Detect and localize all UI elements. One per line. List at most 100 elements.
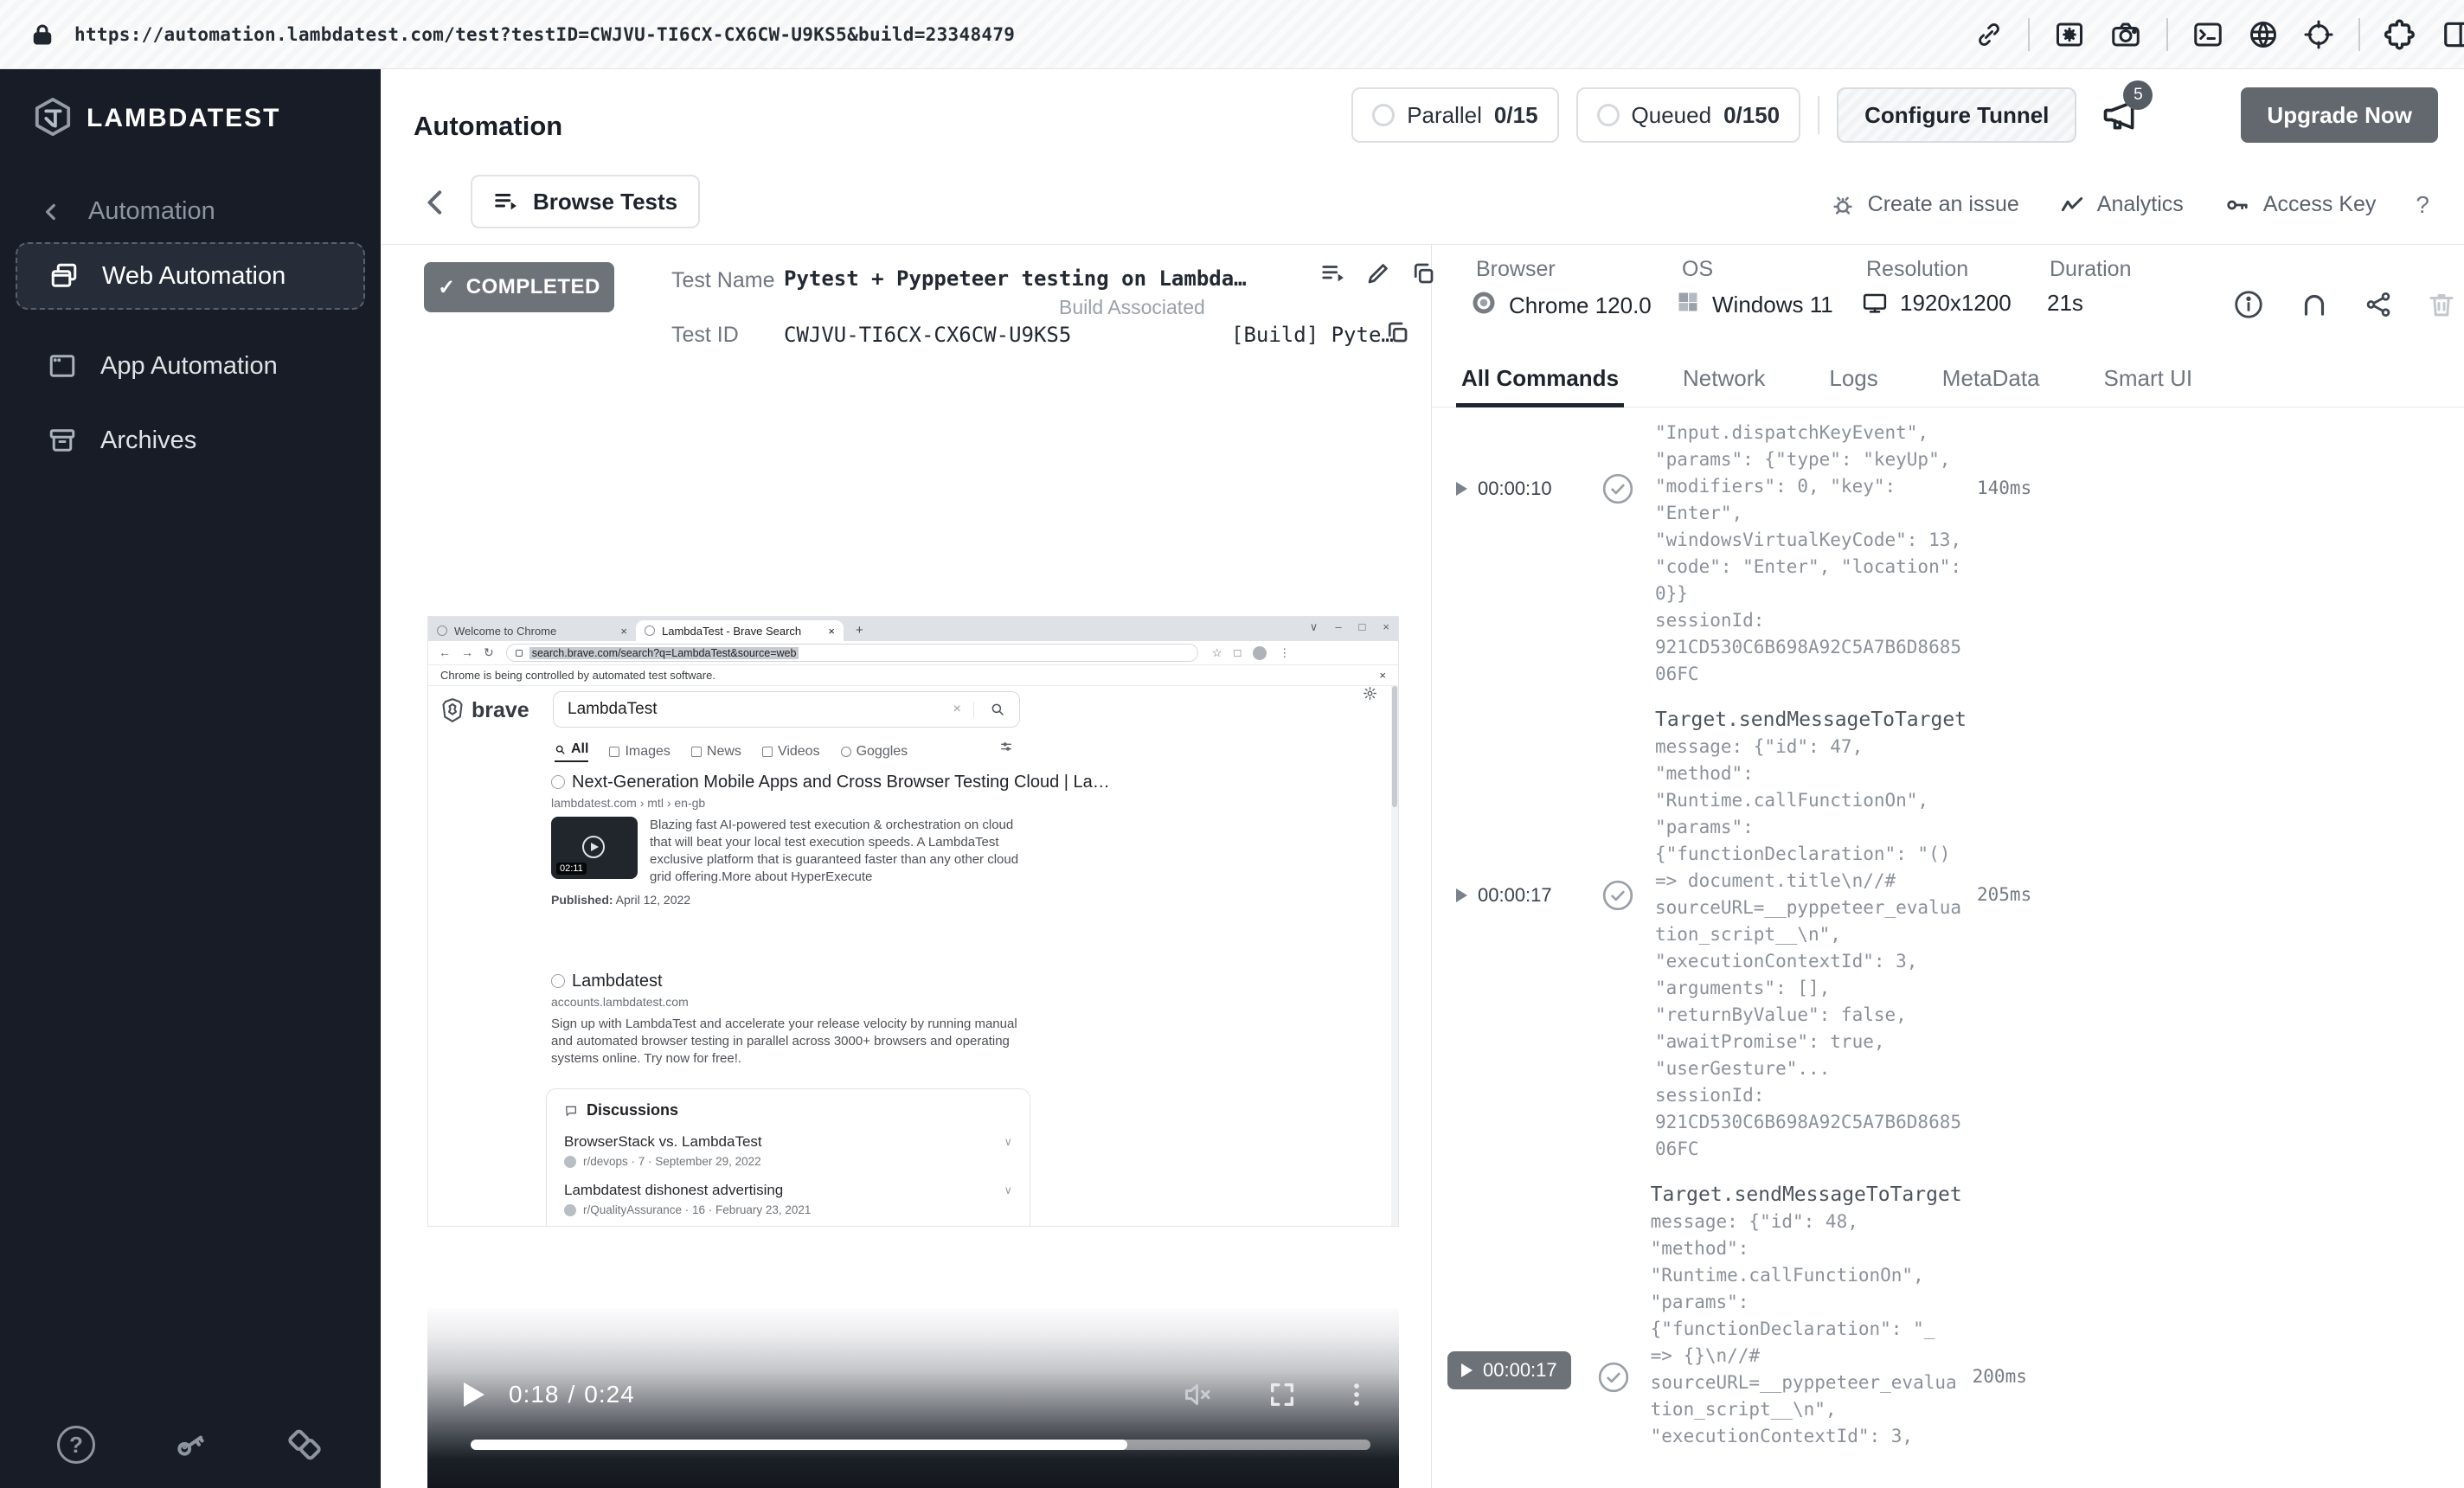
lambdatest-logo[interactable]: LAMBDATEST (33, 97, 280, 140)
access-key-button[interactable]: Access Key (2223, 192, 2376, 218)
star-icon[interactable]: ☆ (1212, 646, 1222, 660)
kebab-icon[interactable]: ⋮ (1279, 646, 1290, 660)
reload-icon[interactable]: ↻ (484, 645, 494, 660)
search-result-2[interactable]: Lambdatest accounts.lambdatest.com Sign … (551, 972, 1036, 1068)
configure-tunnel-button[interactable]: Configure Tunnel (1837, 87, 2077, 143)
discussion-item[interactable]: BrowserStack vs. LambdaTest ∨ r/devops ·… (564, 1133, 1012, 1168)
filter-tab-videos[interactable]: Videos (761, 744, 820, 760)
filter-tab-goggles[interactable]: Goggles (840, 744, 908, 760)
minimize-icon[interactable]: – (1335, 620, 1341, 634)
copy-icon[interactable] (1384, 319, 1410, 345)
extensions-puzzle-icon[interactable] (2384, 18, 2417, 51)
play-button[interactable] (464, 1382, 484, 1407)
mini-url-field[interactable]: search.brave.com/search?q=LambdaTest&sou… (505, 644, 1198, 662)
forward-icon[interactable]: → (461, 645, 473, 660)
gear-icon[interactable] (1363, 686, 1377, 701)
queued-label: Queued (1631, 101, 1712, 128)
command-timestamp-active[interactable]: 00:00:17 (1447, 1351, 1571, 1389)
filter-tab-news[interactable]: News (690, 744, 741, 760)
sidebar-layout-icon[interactable] (2442, 18, 2464, 51)
test-video-player[interactable]: 0:18/0:24 (427, 1308, 1399, 1488)
mini-tab-welcome[interactable]: Welcome to Chrome × (428, 620, 636, 641)
key-icon[interactable] (171, 1426, 209, 1464)
queued-counter[interactable]: Queued 0/150 (1575, 87, 1801, 143)
filter-tab-images[interactable]: Images (609, 744, 671, 760)
logo-text: LAMBDATEST (87, 104, 281, 132)
search-result-1[interactable]: Next-Generation Mobile Apps and Cross Br… (551, 773, 1110, 907)
sidebar-item-web-automation[interactable]: Web Automation (16, 242, 365, 310)
close-icon[interactable]: × (1383, 620, 1389, 634)
kebab-icon[interactable] (1351, 1380, 1363, 1409)
video-progress-bar[interactable] (471, 1440, 1370, 1450)
announcements-button[interactable]: 5 (2101, 80, 2153, 134)
integrations-icon[interactable] (286, 1426, 324, 1464)
help-icon[interactable]: ? (57, 1426, 95, 1464)
fullscreen-icon[interactable] (1267, 1380, 1297, 1409)
commands-list[interactable]: 00:00:10 "Input.dispatchKeyEvent", "para… (1432, 407, 2464, 1488)
sidebar-item-app-automation[interactable]: App Automation (16, 339, 365, 393)
globe-icon[interactable] (2248, 19, 2279, 50)
filter-sliders-icon[interactable] (999, 740, 1013, 754)
browse-tests-button[interactable]: Browse Tests (471, 175, 701, 228)
command-timestamp[interactable]: 00:00:17 (1456, 884, 1601, 907)
chevron-down-icon[interactable]: ∨ (1004, 1183, 1012, 1197)
result-published: Published: April 12, 2022 (551, 893, 691, 907)
resolution-label: Resolution (1866, 257, 1969, 281)
tab-metadata[interactable]: MetaData (1937, 355, 2045, 407)
mini-search-box[interactable]: LambdaTest × (553, 691, 1020, 728)
tab-network[interactable]: Network (1678, 355, 1770, 407)
close-icon[interactable]: × (620, 625, 627, 638)
new-tab-icon[interactable]: + (856, 623, 863, 638)
filter-tab-all[interactable]: All (555, 741, 589, 762)
close-icon[interactable]: × (1379, 669, 1386, 682)
search-icon[interactable] (990, 702, 1005, 717)
close-icon[interactable]: × (828, 625, 835, 638)
mini-browser-tabstrip: Welcome to Chrome × LambdaTest - Brave S… (428, 617, 1398, 641)
command-timestamp[interactable]: 00:00:10 (1456, 478, 1601, 500)
tunnel-arc-icon[interactable] (2298, 288, 2331, 321)
clear-icon[interactable]: × (953, 702, 974, 717)
avatar[interactable] (1253, 645, 1267, 660)
command-success-icon (1601, 879, 1655, 912)
tab-smart-ui[interactable]: Smart UI (2099, 355, 2198, 407)
terminal-icon[interactable] (2192, 19, 2223, 50)
test-screenshot[interactable]: Welcome to Chrome × LambdaTest - Brave S… (427, 616, 1399, 1227)
resolution-value: 1920x1200 (1900, 290, 2012, 316)
mute-icon[interactable] (1183, 1379, 1214, 1410)
maximize-icon[interactable]: □ (1359, 620, 1366, 634)
image-capture-icon[interactable] (2054, 19, 2085, 50)
crosshair-icon[interactable] (2303, 19, 2334, 50)
video-thumbnail[interactable]: 02:11 (551, 817, 638, 879)
create-issue-button[interactable]: Create an issue (1830, 192, 2019, 218)
edit-pencil-icon[interactable] (1365, 260, 1391, 286)
logs-list-icon[interactable] (1320, 260, 1346, 286)
browser-url-bar: https://automation.lambdatest.com/test?t… (0, 0, 2464, 69)
result-favicon (551, 974, 565, 988)
back-button[interactable] (419, 183, 453, 221)
monitor-icon (1862, 291, 1888, 317)
help-button[interactable]: ? (2416, 191, 2429, 219)
camera-icon[interactable] (2109, 19, 2142, 50)
panel-icon[interactable]: □ (1234, 646, 1241, 659)
mini-tab-brave-search[interactable]: LambdaTest - Brave Search × (636, 620, 844, 641)
tab-all-commands[interactable]: All Commands (1456, 355, 1625, 407)
chevron-down-icon[interactable]: ∨ (1004, 1135, 1012, 1149)
spinner-icon (1596, 104, 1620, 126)
link-icon[interactable] (1974, 20, 2004, 49)
upgrade-now-button[interactable]: Upgrade Now (2241, 87, 2438, 143)
share-icon[interactable] (2364, 290, 2393, 319)
url-text[interactable]: https://automation.lambdatest.com/test?t… (74, 24, 1015, 45)
chevron-down-icon[interactable]: ∨ (1310, 620, 1319, 634)
analytics-button[interactable]: Analytics (2059, 192, 2184, 218)
parallel-counter[interactable]: Parallel 0/15 (1351, 87, 1559, 143)
test-detail-left-pane: ✓ COMPLETED Test Name Pytest + Pyppeteer… (381, 245, 1434, 1488)
tab-logs[interactable]: Logs (1824, 355, 1883, 407)
brave-logo[interactable]: brave (440, 696, 529, 724)
discussion-item[interactable]: Lambdatest dishonest advertising ∨ r/Qua… (564, 1182, 1012, 1216)
sidebar-back-automation[interactable]: Automation (40, 197, 215, 226)
scrollbar[interactable] (1391, 686, 1398, 1226)
info-icon[interactable] (2232, 288, 2265, 321)
delete-trash-icon[interactable] (2426, 289, 2457, 320)
sidebar-item-archives[interactable]: Archives (16, 414, 365, 467)
back-icon[interactable]: ← (439, 645, 451, 660)
